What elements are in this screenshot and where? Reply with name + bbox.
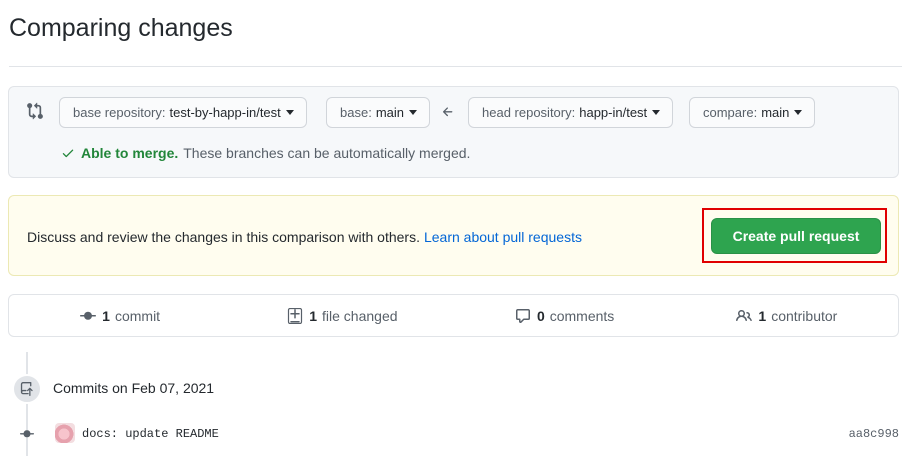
file-diff-icon xyxy=(288,307,303,324)
merge-status: Able to merge. These branches can be aut… xyxy=(61,145,470,161)
compare-branch-select[interactable]: compare: main xyxy=(689,97,816,128)
repo-push-icon xyxy=(20,382,33,396)
page-title: Comparing changes xyxy=(9,14,233,42)
chevron-down-icon xyxy=(285,110,294,115)
commit-sha-link[interactable]: aa8c998 xyxy=(849,427,899,441)
base-branch-value: main xyxy=(375,105,404,120)
files-label: file changed xyxy=(322,307,398,324)
commits-tab[interactable]: 1 commit xyxy=(9,295,231,336)
merge-status-label: Able to merge. xyxy=(81,145,179,161)
commit-message-link[interactable]: docs: update README xyxy=(82,427,219,441)
arrow-left-icon xyxy=(442,107,453,117)
compare-branch-value: main xyxy=(761,105,790,120)
contributors-label: contributor xyxy=(771,307,838,324)
people-icon xyxy=(736,309,753,321)
base-repository-label: base repository: xyxy=(73,105,166,120)
create-pr-callout: Discuss and review the changes in this c… xyxy=(8,195,899,276)
contributors-count: 1 xyxy=(758,307,767,324)
files-changed-tab[interactable]: 1 file changed xyxy=(231,295,453,336)
contributors-tab[interactable]: 1 contributor xyxy=(676,295,898,336)
base-branch-label: base: xyxy=(340,105,372,120)
commit-label: commit xyxy=(114,307,161,324)
chevron-down-icon xyxy=(409,110,417,115)
commit-count: 1 xyxy=(102,307,110,324)
learn-pull-requests-link[interactable]: Learn about pull requests xyxy=(424,229,582,245)
base-branch-select[interactable]: base: main xyxy=(326,97,430,128)
avatar[interactable] xyxy=(55,423,75,443)
commits-date-heading: Commits on Feb 07, 2021 xyxy=(53,380,215,396)
callout-text: Discuss and review the changes in this c… xyxy=(27,229,582,245)
files-count: 1 xyxy=(309,307,318,324)
head-repository-label: head repository: xyxy=(482,105,576,120)
range-editor: base repository: test-by-happ-in/test ba… xyxy=(8,86,899,178)
title-divider xyxy=(9,66,902,67)
merge-status-description: These branches can be automatically merg… xyxy=(183,145,471,161)
callout-message: Discuss and review the changes in this c… xyxy=(27,229,420,245)
compare-branch-label: compare: xyxy=(703,105,758,120)
check-icon xyxy=(62,149,74,158)
git-compare-icon xyxy=(27,102,43,120)
commits-date-badge xyxy=(12,374,42,404)
chevron-down-icon xyxy=(652,110,661,115)
git-commit-icon xyxy=(20,430,34,438)
head-repository-select[interactable]: head repository: happ-in/test xyxy=(468,97,674,128)
chevron-down-icon xyxy=(794,110,803,115)
head-repository-value: happ-in/test xyxy=(579,105,648,120)
comments-tab[interactable]: 0 comments xyxy=(454,295,676,336)
comparison-summary: 1 commit 1 file changed 0 comments 1 con… xyxy=(8,294,899,337)
base-repository-value: test-by-happ-in/test xyxy=(169,105,281,120)
comments-count: 0 xyxy=(536,307,545,324)
create-pull-request-button[interactable]: Create pull request xyxy=(711,218,881,254)
base-repository-select[interactable]: base repository: test-by-happ-in/test xyxy=(59,97,307,128)
comment-icon xyxy=(515,308,530,323)
comments-label: comments xyxy=(549,307,615,324)
git-commit-icon xyxy=(80,311,97,320)
